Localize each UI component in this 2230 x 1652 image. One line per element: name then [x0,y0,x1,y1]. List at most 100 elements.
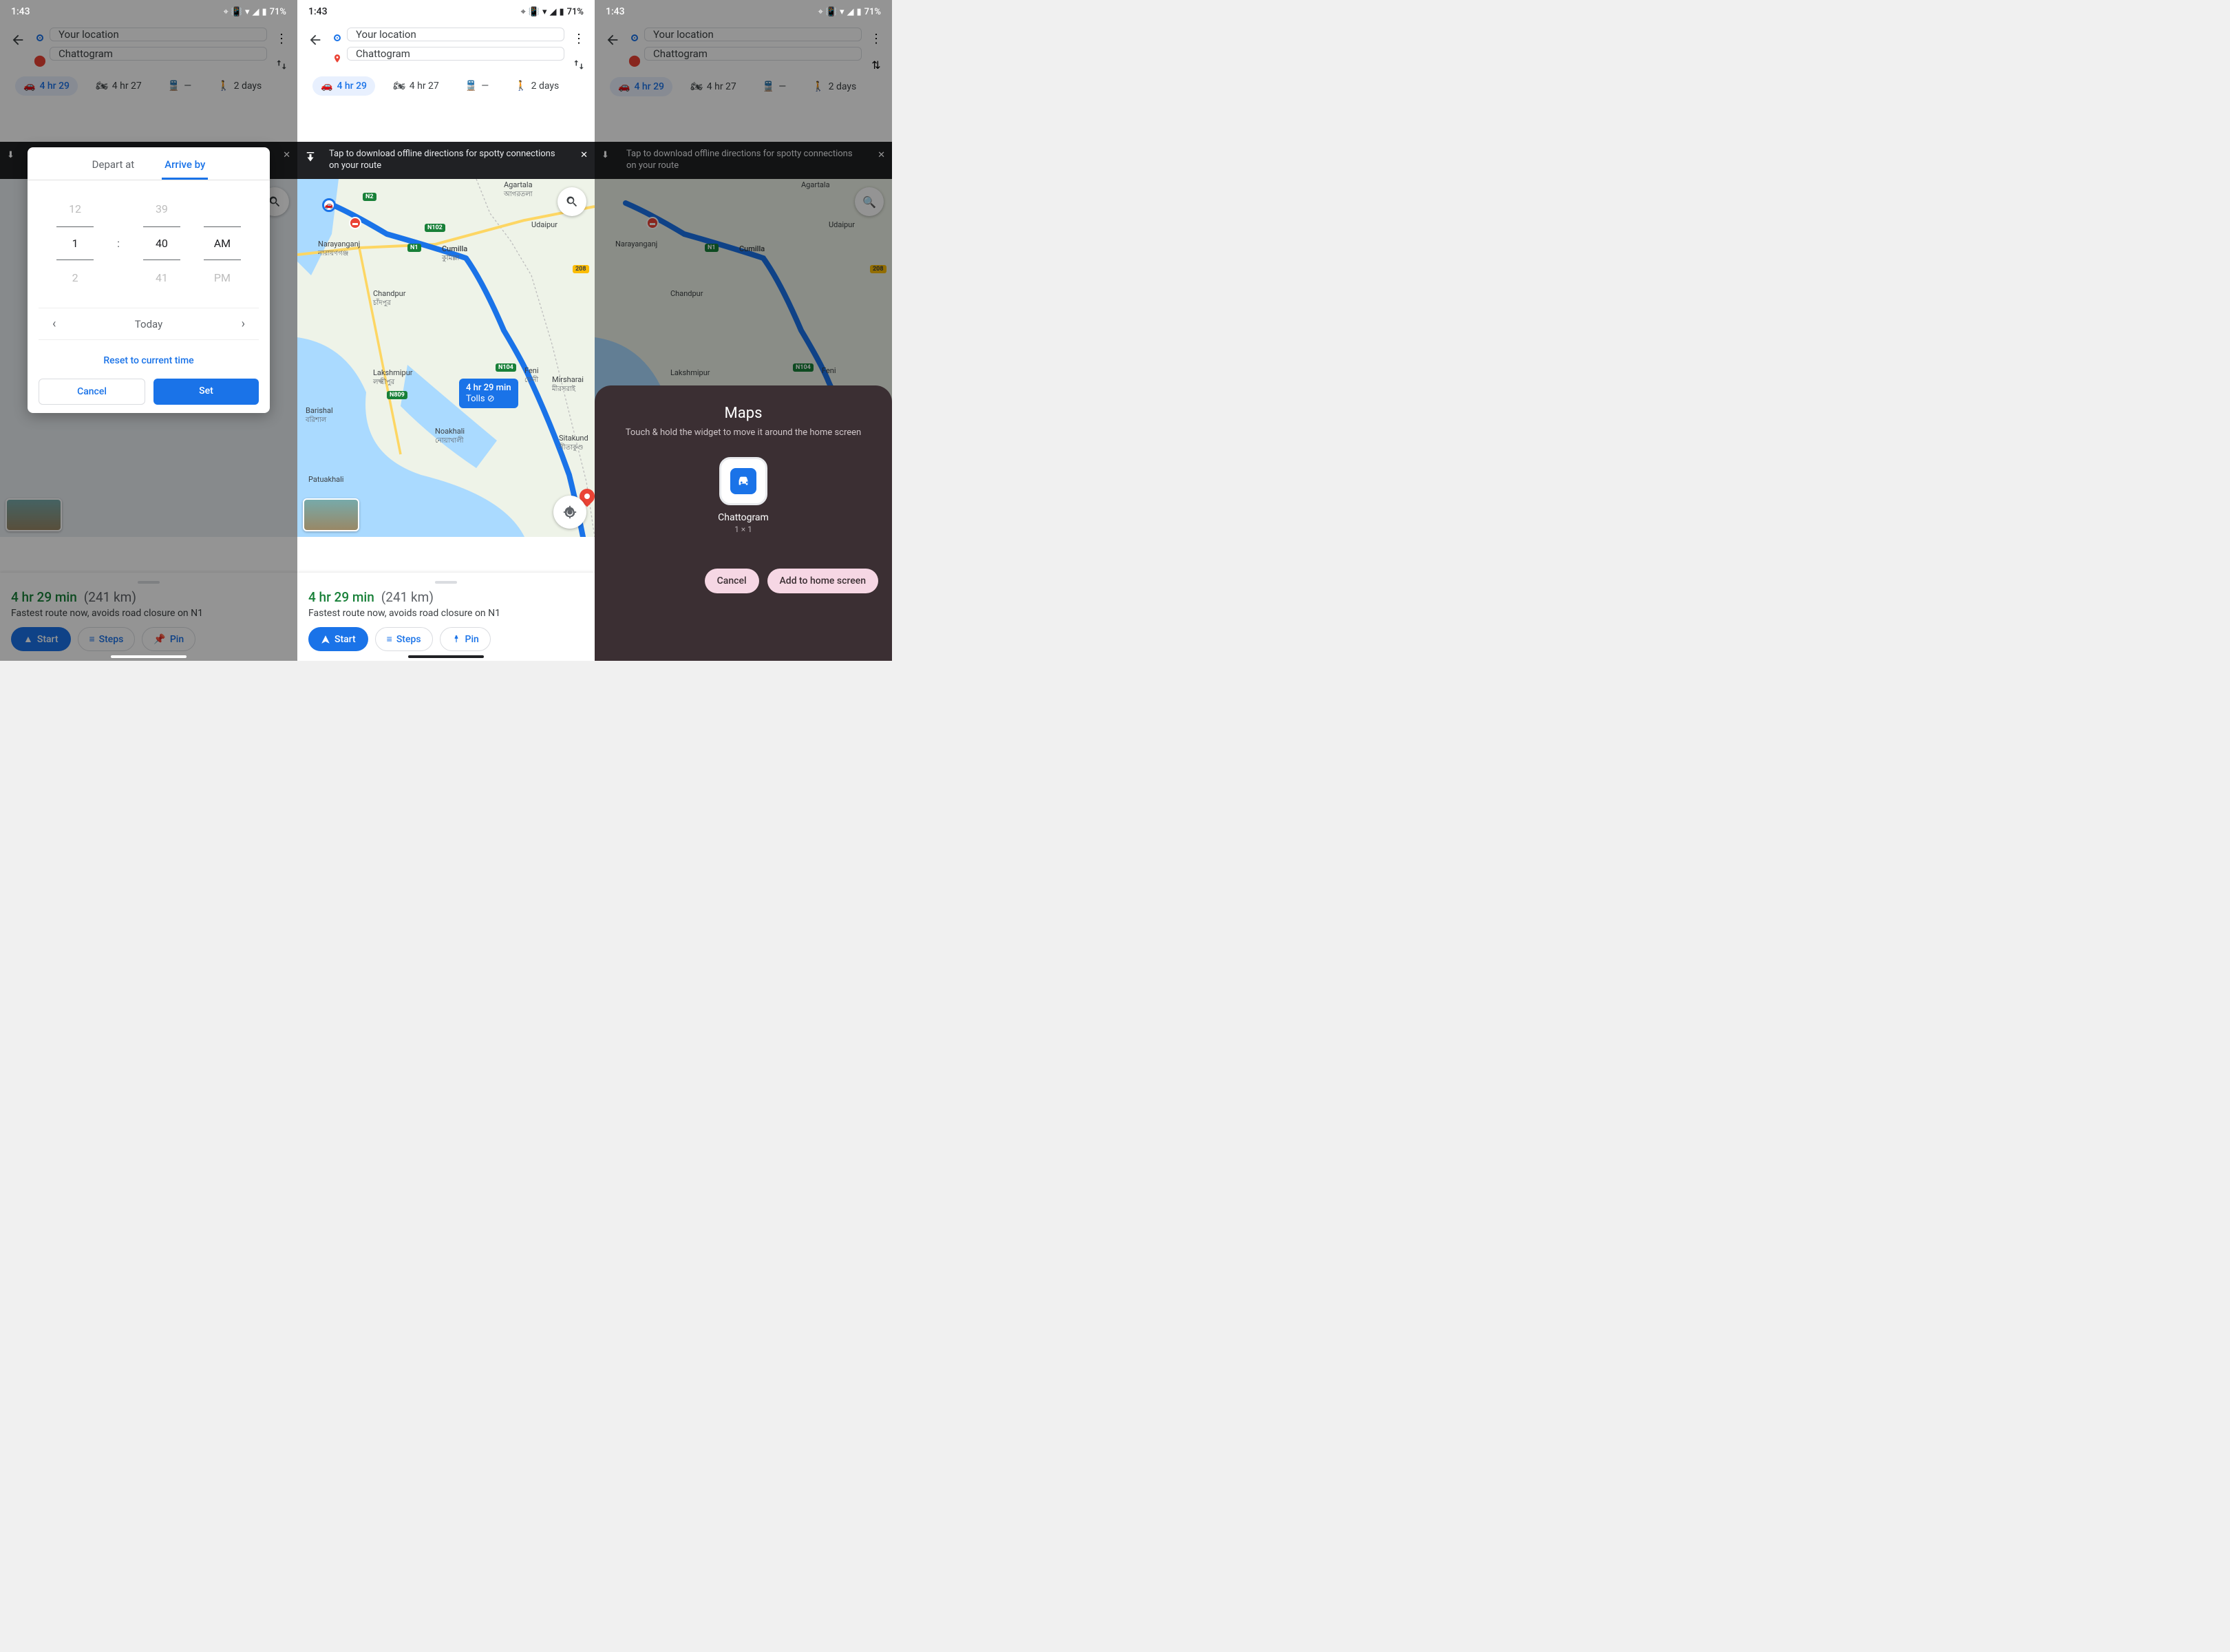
dialog-set-button[interactable]: Set [153,379,259,405]
battery-text: 71% [864,7,881,17]
mode-drive[interactable]: 🚗4 hr 29 [610,77,672,96]
back-button[interactable] [303,28,328,52]
nav-bar [111,655,187,658]
widget-cancel-button[interactable]: Cancel [705,569,759,593]
offline-banner[interactable]: Tap to download offline directions for s… [297,142,595,179]
mode-walk[interactable]: 🚶 2 days [209,76,270,96]
screen-widget-prompt: 1:43 ⌖ 📳 ▾ ◢ ▮ 71% ⬤ Your location Chatt… [595,0,892,661]
swap-button[interactable]: ⇅ [866,59,886,72]
map-view[interactable]: Agartalaআগরতলা Narayanganjনারায়ণগঞ্জ Cu… [297,179,595,537]
car-icon: 🚗 [321,81,332,92]
banner-close-button[interactable]: ✕ [878,150,885,162]
offline-banner[interactable]: ⬇ Tap to download offline directions for… [595,142,892,179]
mode-drive-label: 4 hr 29 [39,81,70,92]
widget-preview[interactable] [719,457,767,505]
start-button[interactable]: ▲Start [11,627,71,651]
origin-input[interactable]: Your location [347,28,564,41]
reset-time-link[interactable]: Reset to current time [28,340,270,379]
destination-input[interactable]: Chattogram [347,47,564,61]
place-agartala: Agartalaআগরতলা [504,180,533,201]
place-udaipur: Udaipur [531,220,558,229]
place-udaipur: Udaipur [829,220,855,229]
mode-transit[interactable]: 🚆 — [160,76,200,96]
destination-input[interactable]: Chattogram [50,47,267,61]
mode-drive[interactable]: 🚗 4 hr 29 [15,76,78,96]
mode-walk[interactable]: 🚶 2 days [507,76,567,96]
road-n2: N2 [363,193,376,201]
banner-close-button[interactable]: ✕ [580,150,588,162]
road-closure-icon [349,217,361,229]
origin-input[interactable]: Your location [50,28,267,41]
date-label[interactable]: Today [135,318,162,330]
meridiem-wheel[interactable]: AM PM [204,198,241,288]
tab-arrive[interactable]: Arrive by [162,158,208,180]
route-description: Fastest route now, avoids road closure o… [11,608,286,619]
mode-walk[interactable]: 🚶2 days [804,77,864,96]
destination-input[interactable]: Chattogram [644,47,862,61]
origin-dot-icon [631,34,638,41]
street-view-thumbnail[interactable] [6,498,62,531]
overflow-menu-button[interactable]: ⋮ [271,32,292,46]
overflow-menu-button[interactable]: ⋮ [866,32,886,46]
route-duration: 4 hr 29 min [308,589,374,605]
place-feni: Feni [822,366,836,375]
signal-icon: ◢ [549,7,556,17]
road-closure-icon [646,217,659,229]
status-indicators: ⌖ 📳 ▾ ◢ ▮ 71% [223,7,286,17]
wifi-icon: ▾ [840,7,845,17]
dialog-cancel-button[interactable]: Cancel [39,379,145,405]
destination-pin-icon: ⬤ [34,54,46,67]
pin-button[interactable]: 📌Pin [142,627,195,651]
date-prev-button[interactable]: ‹ [52,317,56,331]
mode-transit[interactable]: 🚆 — [457,76,497,96]
map-search-button[interactable]: 🔍 [855,187,884,216]
back-button[interactable] [600,28,625,52]
screen-route-main: 1:43 ⌖ 📳 ▾ ◢ ▮ 71% Your location Chattog… [297,0,595,661]
place-mirsharai: Mirsharaiমীরসরাই [552,375,584,396]
start-button[interactable]: Start [308,627,368,651]
tab-depart[interactable]: Depart at [89,158,138,180]
banner-text: Tap to download offline directions for s… [329,149,555,171]
wifi-icon: ▾ [245,7,250,17]
swap-button[interactable] [271,59,292,71]
mode-transit[interactable]: 🚆— [754,77,794,96]
directions-header: ⬤ Your location Chattogram ⋮ 🚗 4 hr 29 🏍… [0,23,297,104]
steps-button[interactable]: ≡ Steps [375,627,433,651]
sheet-handle[interactable] [435,581,457,584]
mode-drive[interactable]: 🚗 4 hr 29 [312,76,375,96]
widget-add-button[interactable]: Add to home screen [767,569,878,593]
minute-wheel[interactable]: 39 40 41 [143,198,180,288]
status-indicators: ⌖ 📳 ▾ ◢ ▮ 71% [520,7,584,17]
mode-motorcycle[interactable]: 🏍 4 hr 27 [385,76,447,96]
battery-text: 71% [270,7,286,17]
hour-wheel[interactable]: 12 1 2 [56,198,94,288]
route-description: Fastest route now, avoids road closure o… [308,608,584,619]
walk-icon: 🚶 [515,81,527,92]
back-button[interactable] [6,28,30,52]
time-wheel[interactable]: 12 1 2 : 39 40 41 AM PM [28,180,270,294]
route-bottom-sheet[interactable]: 4 hr 29 min (241 km) Fastest route now, … [0,573,297,661]
my-location-button[interactable] [553,496,586,529]
motorcycle-icon: 🏍 [393,81,405,92]
sheet-handle[interactable] [138,581,160,584]
pin-button[interactable]: Pin [440,627,491,651]
widget-add-sheet: Maps Touch & hold the widget to move it … [595,385,892,661]
motorcycle-icon: 🏍 [690,81,703,92]
mode-motorcycle[interactable]: 🏍4 hr 27 [682,77,745,96]
place-patuakhali: Patuakhali [308,475,343,484]
banner-close-button[interactable]: ✕ [283,150,290,162]
place-sitakund: Sitakundসীতাকুণ্ড [559,434,588,454]
route-callout[interactable]: 4 hr 29 min Tolls ⊘ [459,379,518,408]
steps-button[interactable]: ≡Steps [78,627,136,651]
overflow-menu-button[interactable]: ⋮ [569,32,589,46]
status-indicators: ⌖ 📳 ▾ ◢ ▮ 71% [818,7,881,17]
street-view-thumbnail[interactable] [303,498,359,531]
download-icon [304,150,317,162]
route-bottom-sheet[interactable]: 4 hr 29 min (241 km) Fastest route now, … [297,573,595,661]
date-next-button[interactable]: › [242,317,245,331]
swap-button[interactable] [569,59,589,71]
mode-motorcycle[interactable]: 🏍 4 hr 27 [87,76,150,96]
origin-input[interactable]: Your location [644,28,862,41]
map-search-button[interactable] [558,187,586,216]
road-208: 208 [573,265,589,273]
